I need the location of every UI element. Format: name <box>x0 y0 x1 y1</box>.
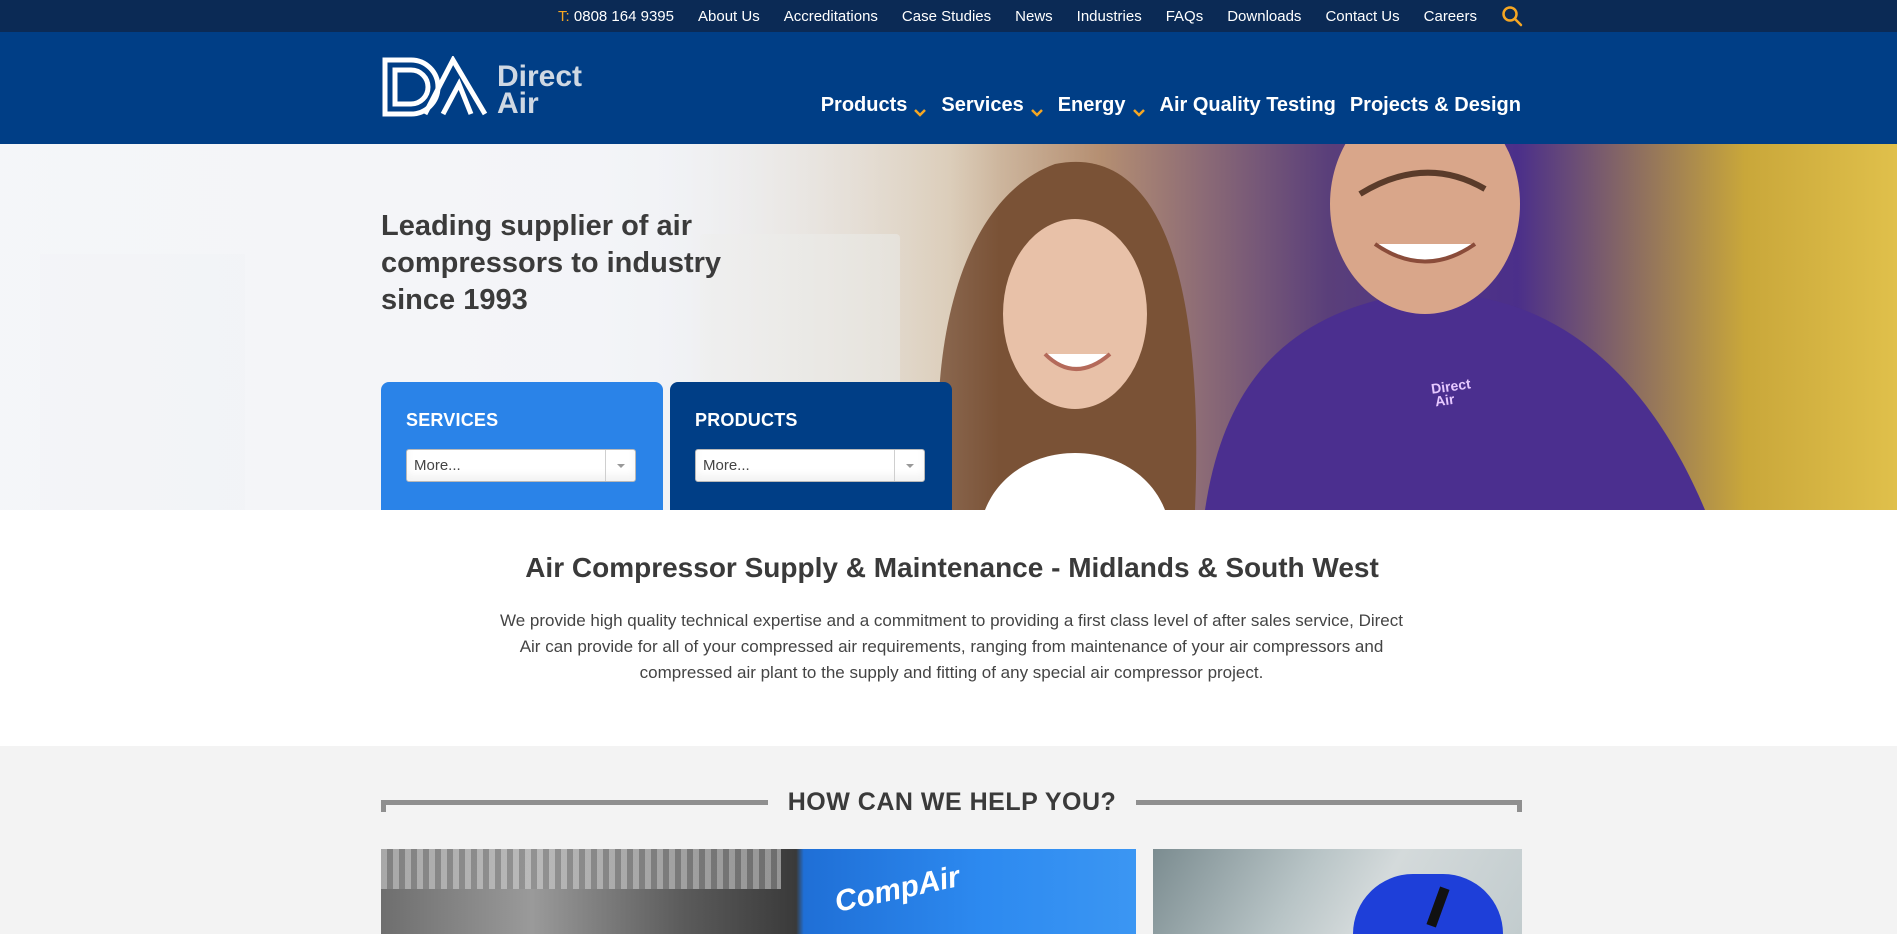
phone-prefix: T: <box>558 7 570 25</box>
shirt-logo: Direct Air <box>1430 375 1473 409</box>
services-select-value: More... <box>414 457 461 474</box>
nav-services[interactable]: Services <box>941 94 1043 117</box>
nav-energy[interactable]: Energy <box>1058 94 1146 117</box>
help-card-air-testing[interactable] <box>1153 849 1522 934</box>
compair-brand-text: CompAir <box>831 860 963 919</box>
nav-air-quality-testing[interactable]: Air Quality Testing <box>1160 94 1336 117</box>
products-quick-box: PRODUCTS More... <box>670 382 952 510</box>
logo-word-air: Air <box>497 86 539 120</box>
help-section: HOW CAN WE HELP YOU? CompAir <box>0 746 1897 934</box>
top-link-news[interactable]: News <box>1015 8 1053 25</box>
chevron-down-icon <box>1030 101 1044 117</box>
logo-word-direct: Direct <box>497 59 583 93</box>
top-utility-bar: T: 0808 164 9395 About Us Accreditations… <box>0 0 1897 32</box>
nav-projects-design-label: Projects & Design <box>1349 94 1521 116</box>
top-utility-links: T: 0808 164 9395 About Us Accreditations… <box>558 0 1523 32</box>
search-icon[interactable] <box>1501 5 1523 27</box>
services-quick-box: SERVICES More... <box>381 382 663 510</box>
top-link-about-us[interactable]: About Us <box>698 8 760 25</box>
hero-title: Leading supplier of air compressors to i… <box>381 210 722 316</box>
nav-air-quality-testing-label: Air Quality Testing <box>1159 94 1336 116</box>
nav-projects-design[interactable]: Projects & Design <box>1350 94 1521 117</box>
direct-air-logo-mark-icon <box>381 54 489 123</box>
intro-title: Air Compressor Supply & Maintenance - Mi… <box>525 552 1379 583</box>
nav-services-label: Services <box>941 94 1024 116</box>
products-select[interactable]: More... <box>695 449 925 482</box>
main-navigation: Products Services Energy Air Quality Tes… <box>821 94 1521 117</box>
intro-text: We provide high quality technical expert… <box>500 611 1403 682</box>
top-link-downloads[interactable]: Downloads <box>1227 8 1301 25</box>
dropdown-arrow-icon[interactable] <box>894 450 924 481</box>
top-link-faqs[interactable]: FAQs <box>1166 8 1204 25</box>
products-select-value: More... <box>703 457 750 474</box>
phone-value: 0808 164 9395 <box>573 7 674 25</box>
help-card-compressor[interactable]: CompAir <box>381 849 1136 934</box>
top-link-accreditations[interactable]: Accreditations <box>784 8 878 25</box>
top-link-contact-us[interactable]: Contact Us <box>1325 8 1399 25</box>
help-title: HOW CAN WE HELP YOU? <box>787 788 1117 816</box>
top-link-industries[interactable]: Industries <box>1077 8 1142 25</box>
help-divider-left <box>381 800 768 812</box>
logo-wordmark: Direct Air <box>497 59 583 120</box>
nav-products[interactable]: Products <box>821 94 928 117</box>
help-divider-right <box>1136 800 1522 812</box>
phone-number[interactable]: T: 0808 164 9395 <box>558 8 674 25</box>
nav-energy-label: Energy <box>1057 94 1126 116</box>
top-link-case-studies[interactable]: Case Studies <box>902 8 991 25</box>
card-image-ceiling <box>381 849 781 889</box>
dropdown-arrow-icon[interactable] <box>605 450 635 481</box>
chevron-down-icon <box>913 101 927 117</box>
services-box-title: SERVICES <box>406 410 499 430</box>
site-logo[interactable]: Direct Air <box>381 54 583 123</box>
top-link-careers[interactable]: Careers <box>1424 8 1477 25</box>
hero-photo-man <box>1205 144 1705 510</box>
hero-banner: Direct Air Leading supplier of air compr… <box>0 144 1897 510</box>
products-box-title: PRODUCTS <box>695 410 798 430</box>
main-header: Direct Air Products Services Energy Air … <box>0 32 1897 144</box>
chevron-down-icon <box>1132 101 1146 117</box>
nav-products-label: Products <box>820 94 908 116</box>
services-select[interactable]: More... <box>406 449 636 482</box>
